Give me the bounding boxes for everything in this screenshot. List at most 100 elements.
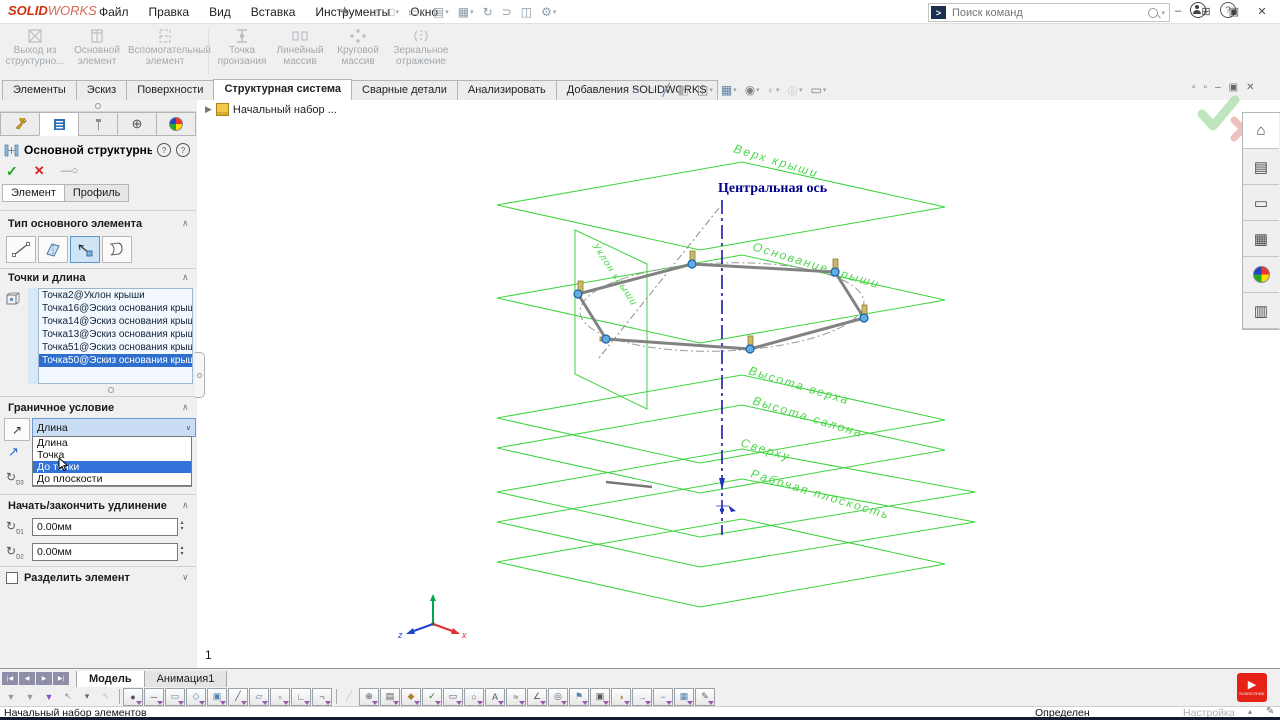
boundary-condition-dropdown[interactable]: ДлинаТочкаДо точкиДо плоскости [32, 436, 192, 486]
select-cursor-icon[interactable]: ↖ [59, 689, 77, 705]
display-icon[interactable]: ◫ [518, 4, 535, 20]
status-caret-icon[interactable]: ▴ [1248, 707, 1252, 716]
quick-snap-image-icon[interactable]: ▣ [590, 688, 610, 706]
linear-pattern-button[interactable]: Линейный массив [272, 26, 328, 78]
filter-surfaces-icon[interactable]: ◇ [186, 688, 206, 706]
start-extend-spinner[interactable]: ▴▾ [176, 517, 188, 535]
dropdown-caret-icon[interactable]: ▾ [823, 86, 827, 94]
member-face-button[interactable] [102, 236, 132, 263]
quick-snap-grid-icon[interactable]: ▦ [674, 688, 694, 706]
panel-flyout-handle[interactable] [195, 352, 205, 398]
options-icon[interactable]: ⚙▾ [538, 4, 559, 20]
collapse-chevron-icon[interactable]: ∧ [182, 500, 189, 511]
quick-snap-minus-icon[interactable]: − [653, 688, 673, 706]
dropdown-caret-icon[interactable]: ▾ [420, 8, 424, 16]
measure-icon[interactable]: ╱ [660, 83, 671, 97]
filter-edges-icon[interactable]: ─ [144, 688, 164, 706]
quick-snap-target-icon[interactable]: ⊕ [359, 688, 379, 706]
quick-snap-check-icon[interactable]: ✓ [422, 688, 442, 706]
quick-snap-flag-icon[interactable]: ⚑ [569, 688, 589, 706]
new-document-icon[interactable]: □▾ [384, 4, 402, 20]
sketch-segment[interactable] [606, 482, 652, 487]
filter-clear-icon[interactable]: ▼ [21, 689, 39, 705]
split-member-checkbox[interactable] [6, 572, 18, 584]
quick-snap-beam-icon[interactable]: ▤ [380, 688, 400, 706]
tab-next-icon[interactable]: ▶ [36, 672, 52, 685]
displaymanager-tab[interactable] [156, 112, 196, 136]
quick-snap-surface-icon[interactable]: ◆ [401, 688, 421, 706]
primary-member-button[interactable]: Основной элемент [68, 26, 126, 78]
model-tab-Анимация1[interactable]: Анимация1 [144, 671, 228, 688]
home-tab-icon[interactable]: ⌂ [1243, 113, 1279, 149]
filter-contours-icon[interactable]: ¬ [312, 688, 332, 706]
view-orientation-icon[interactable]: ▦▾ [719, 83, 739, 97]
design-library-icon[interactable]: ▭ [1243, 185, 1279, 221]
dropdown-caret-icon[interactable]: ▾ [756, 86, 760, 94]
tab-Поверхности[interactable]: Поверхности [126, 80, 214, 100]
filter-vertices-icon[interactable]: ● [123, 688, 143, 706]
zoom-area-icon[interactable]: ◌ [645, 83, 656, 97]
featuremanager-tab[interactable] [0, 112, 40, 136]
close-button[interactable]: ✕ [1248, 0, 1276, 22]
tab-element[interactable]: Элемент [2, 184, 65, 202]
quick-snap-nearest-icon[interactable]: ○ [464, 688, 484, 706]
circular-pattern-button[interactable]: Круговой массив [330, 26, 386, 78]
restore-button[interactable]: ▣ [1220, 0, 1248, 22]
minimize-button[interactable]: – [1164, 0, 1192, 22]
collapse-chevron-icon[interactable]: ∧ [182, 402, 189, 413]
menu-Вставка[interactable]: Вставка [242, 2, 305, 22]
member-line-button[interactable] [6, 236, 36, 263]
search-icon[interactable] [1148, 8, 1158, 18]
quick-snap-note-icon[interactable]: ▭ [443, 688, 463, 706]
point-list-item[interactable]: Точка13@Эскиз основания крыши [39, 328, 192, 341]
tab-prev-icon[interactable]: ◀ [19, 672, 35, 685]
custom-properties-icon[interactable]: ▥ [1243, 293, 1279, 329]
dropdown-caret-icon[interactable]: ▾ [396, 8, 400, 16]
scene-icon[interactable]: ◎▾ [785, 83, 804, 97]
configurationmanager-tab[interactable] [78, 112, 118, 136]
search-input[interactable] [950, 6, 1148, 20]
filter-all-icon[interactable]: ▼ [40, 689, 58, 705]
dropdown-option[interactable]: Точка [33, 449, 191, 461]
reference-planes[interactable] [497, 162, 975, 607]
appearances-tab-icon[interactable] [1243, 257, 1279, 293]
point-list-item[interactable]: Точка50@Эскиз основания крыши [39, 354, 192, 367]
selection-filter-toggle-icon[interactable]: ▼ [2, 689, 20, 705]
tab-Анализировать[interactable]: Анализировать [457, 80, 557, 100]
extend-direction-icon[interactable]: ↗ [4, 418, 30, 441]
attach-icon[interactable]: ⊃ [499, 4, 515, 20]
list-resize-handle[interactable] [108, 387, 114, 393]
pm-help-icon[interactable]: ? [176, 143, 190, 157]
quick-snap-connect-icon[interactable]: → [632, 688, 652, 706]
dropdown-caret-icon[interactable]: ▾ [799, 86, 803, 94]
mirror-button[interactable]: Зеркальное отражение [388, 26, 454, 78]
quick-snap-pie-icon[interactable]: ◑ [611, 688, 631, 706]
filter-origins-icon[interactable]: ▫ [270, 688, 290, 706]
filter-solids-icon[interactable]: ▣ [207, 688, 227, 706]
dropdown-option[interactable]: До точки [33, 461, 191, 473]
advanced-select-icon[interactable]: ↖ [97, 689, 115, 705]
keep-visible-pin-icon[interactable]: —○ [61, 165, 79, 177]
collapse-chevron-icon[interactable]: ∧ [182, 272, 189, 283]
member-point-length-button[interactable] [70, 236, 100, 263]
expand-chevron-icon[interactable]: ∨ [182, 572, 189, 583]
tab-Структурная система[interactable]: Структурная система [213, 79, 352, 100]
tab-Сварные детали[interactable]: Сварные детали [351, 80, 458, 100]
pierce-point-button[interactable]: Точка пронзания [214, 26, 270, 78]
print-icon[interactable]: ▦▾ [455, 4, 477, 20]
end-extend-input[interactable]: 0.00мм [32, 543, 178, 561]
cancel-button[interactable]: ✕ [34, 163, 45, 179]
menu-Правка[interactable]: Правка [140, 2, 199, 22]
points-list[interactable]: Точка2@Уклон крышиТочка16@Эскиз основани… [38, 288, 193, 384]
display-settings-icon[interactable]: ▭▾ [808, 83, 828, 97]
tab-Эскиз[interactable]: Эскиз [76, 80, 127, 100]
rebuild-icon[interactable]: ↻ [480, 4, 496, 20]
boundary-condition-combo[interactable]: Длина ∨ [32, 418, 196, 437]
select-caret-icon[interactable]: ▾ [78, 689, 96, 705]
model-tab-Модель[interactable]: Модель [76, 671, 145, 688]
confirm-check-icon[interactable] [1202, 100, 1235, 126]
tab-Элементы[interactable]: Элементы [2, 80, 77, 100]
point-list-item[interactable]: Точка14@Эскиз основания крыши [39, 315, 192, 328]
point-list-item[interactable]: Точка51@Эскиз основания крыши [39, 341, 192, 354]
dropdown-caret-icon[interactable]: ▾ [709, 86, 713, 94]
